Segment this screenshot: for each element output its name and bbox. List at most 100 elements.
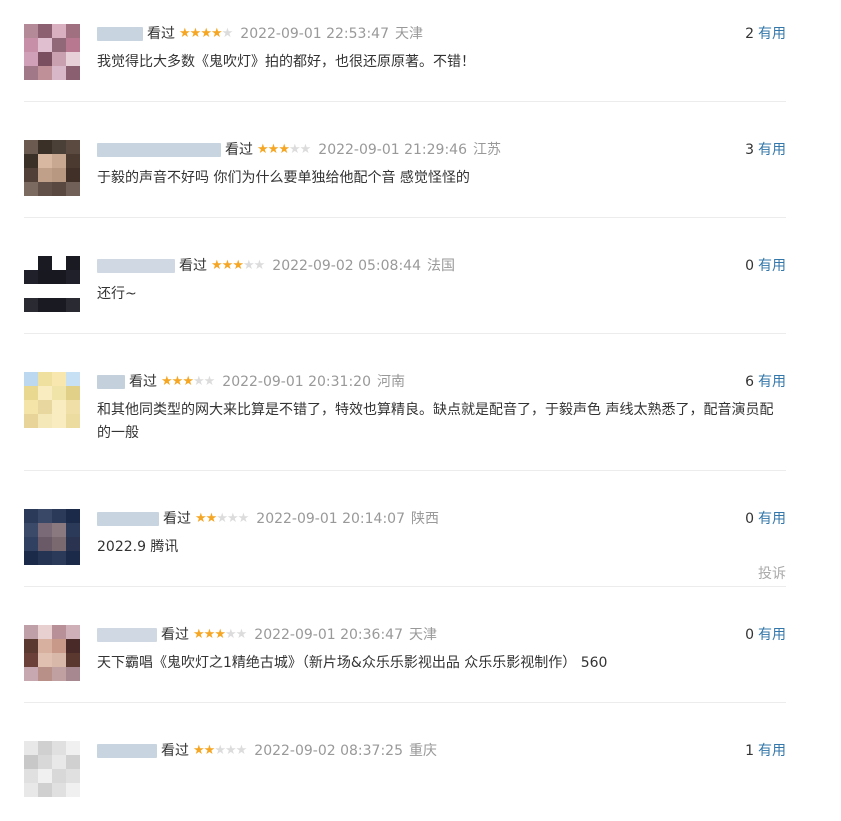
comment-time: 2022-09-01 22:53:47 [240,26,389,42]
comment-divider [24,333,786,334]
comment-item: 看过 ★★★★★ 2022-09-01 20:36:47 天津 0 有用 天下霸唱《鬼吹灯之… [24,625,786,705]
star-icon: ★ [299,142,312,157]
star-icon: ★ [200,26,212,41]
star-icon: ★ [224,627,237,642]
star-icon: ★ [203,374,216,389]
useful-count: 0 [745,258,754,274]
comment-divider [24,586,786,587]
useful-vote: 0 有用 [745,256,786,276]
avatar[interactable] [24,24,80,80]
username-link[interactable] [97,259,175,273]
watched-status: 看过 [179,258,207,274]
comment-meta: 看过 ★★★★★ 2022-09-01 20:14:07 陕西 [97,509,439,529]
star-icon: ★ [179,26,191,41]
comment-item: 看过 ★★★★★ 2022-09-01 21:29:46 江苏 3 有用 于毅的声音不好吗 … [24,140,786,220]
useful-count: 6 [745,374,754,390]
watched-status: 看过 [225,142,253,158]
rating-stars: ★★★★★ [179,24,233,44]
star-icon: ★ [242,258,255,273]
star-icon: ★ [226,511,239,526]
comment-time: 2022-09-02 08:37:25 [254,743,403,759]
star-icon: ★ [267,142,280,157]
star-icon: ★ [161,374,173,389]
comment-location: 河南 [376,374,405,390]
star-icon: ★ [211,258,223,273]
comment-location: 天津 [408,627,437,643]
star-icon: ★ [205,511,218,526]
comment-text: 天下霸唱《鬼吹灯之1精绝古城》（新片场&众乐乐影视出品 众乐乐影视制作） 560 [97,655,608,671]
report-button[interactable]: 投诉 [758,563,786,583]
comment-item: 看过 ★★★★★ 2022-09-01 20:31:20 河南 6 有用 和其他同类型的网大… [24,372,786,471]
comment-time: 2022-09-01 20:36:47 [254,627,403,643]
comment-meta: 看过 ★★★★★ 2022-09-01 22:53:47 天津 [97,24,423,44]
avatar[interactable] [24,509,80,565]
star-icon: ★ [214,627,226,642]
comment-item: 看过 ★★★★★ 2022-09-01 22:53:47 天津 2 有用 我觉得比大多数《鬼… [24,24,786,104]
avatar[interactable] [24,140,80,196]
comment-meta: 看过 ★★★★★ 2022-09-01 21:29:46 江苏 [97,140,501,160]
star-icon: ★ [210,26,223,41]
rating-stars: ★★★★★ [193,741,248,761]
star-icon: ★ [203,627,216,642]
useful-vote: 0 有用 [745,509,786,529]
avatar[interactable] [24,625,80,681]
star-icon: ★ [203,743,216,758]
username-link[interactable] [97,512,159,526]
comment-location: 陕西 [410,511,439,527]
comment-location: 法国 [426,258,455,274]
watched-status: 看过 [147,26,175,42]
useful-count: 1 [745,743,754,759]
username-link[interactable] [97,744,157,758]
useful-count: 0 [745,511,754,527]
useful-count: 2 [745,26,754,42]
useful-button[interactable]: 有用 [758,374,786,390]
useful-vote: 1 有用 [745,741,786,761]
username-link[interactable] [97,628,157,642]
avatar[interactable] [24,741,80,797]
username-link[interactable] [97,27,143,41]
comment-location: 天津 [394,26,423,42]
comment-meta: 看过 ★★★★★ 2022-09-02 08:37:25 重庆 [97,741,437,761]
useful-button[interactable]: 有用 [758,26,786,42]
useful-button[interactable]: 有用 [758,142,786,158]
avatar[interactable] [24,256,80,312]
star-icon: ★ [193,627,205,642]
rating-stars: ★★★★★ [161,372,216,392]
comment-location: 江苏 [472,142,501,158]
comment-time: 2022-09-01 20:31:20 [222,374,371,390]
star-icon: ★ [221,258,234,273]
useful-button[interactable]: 有用 [758,258,786,274]
useful-button[interactable]: 有用 [758,627,786,643]
star-icon: ★ [235,743,248,758]
useful-vote: 6 有用 [745,372,786,392]
useful-button[interactable]: 有用 [758,511,786,527]
comment-meta: 看过 ★★★★★ 2022-09-01 20:31:20 河南 [97,372,405,392]
useful-vote: 2 有用 [745,24,786,44]
comment-time: 2022-09-01 21:29:46 [318,142,467,158]
useful-count: 3 [745,142,754,158]
rating-stars: ★★★★★ [211,256,266,276]
avatar[interactable] [24,372,80,428]
rating-stars: ★★★★★ [195,509,250,529]
comment-divider [24,702,786,703]
star-icon: ★ [171,374,184,389]
username-link[interactable] [97,143,221,157]
star-icon: ★ [182,374,194,389]
star-icon: ★ [237,511,250,526]
star-icon: ★ [195,511,207,526]
star-icon: ★ [253,258,266,273]
comment-meta: 看过 ★★★★★ 2022-09-02 05:08:44 法国 [97,256,455,276]
star-icon: ★ [189,26,202,41]
useful-button[interactable]: 有用 [758,743,786,759]
rating-stars: ★★★★★ [257,140,312,160]
comment-time: 2022-09-01 20:14:07 [256,511,405,527]
comment-divider [24,470,786,471]
useful-vote: 0 有用 [745,625,786,645]
comment-meta: 看过 ★★★★★ 2022-09-01 20:36:47 天津 [97,625,437,645]
username-link[interactable] [97,375,125,389]
watched-status: 看过 [163,511,191,527]
comment-item: 看过 ★★★★★ 2022-09-02 05:08:44 法国 0 有用 还行~ [24,256,786,336]
comment-item: 看过 ★★★★★ 2022-09-02 08:37:25 重庆 1 有用 [24,741,786,821]
comment-text: 还行~ [97,286,137,302]
comment-divider [24,101,786,102]
